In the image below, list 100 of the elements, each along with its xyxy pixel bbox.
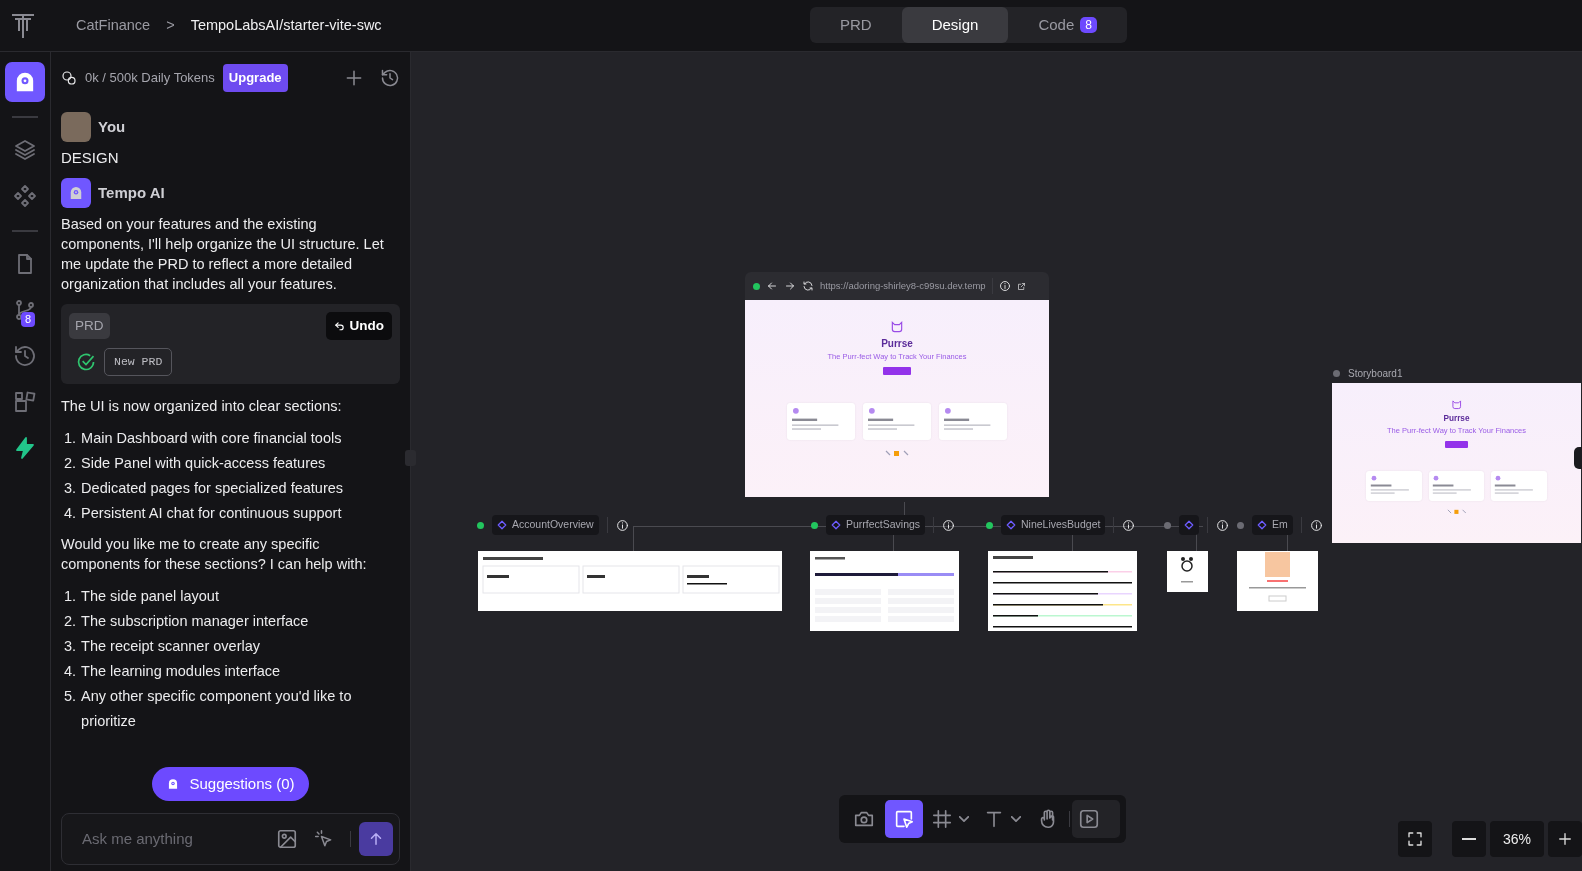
count-badge: 8 <box>21 312 36 327</box>
component-label[interactable]: PurrfectSavings <box>826 515 926 535</box>
cursor-frame-icon <box>893 808 915 830</box>
info-icon[interactable] <box>615 518 629 532</box>
preview-title: Purrse <box>881 337 913 351</box>
minus-icon <box>1462 838 1476 840</box>
external-link-icon[interactable] <box>1016 281 1026 291</box>
token-usage: 0k / 500k Daily Tokens <box>85 69 215 88</box>
undo-icon <box>333 320 345 332</box>
feature-card <box>939 403 1007 441</box>
info-icon[interactable] <box>1309 518 1323 532</box>
list-item: Any other specific component you'd like to prioritize <box>81 687 353 731</box>
cat-icon <box>890 320 904 334</box>
avatar-photo <box>61 112 91 142</box>
info-icon[interactable] <box>1122 518 1136 532</box>
image-button[interactable] <box>276 828 298 850</box>
send-button[interactable] <box>359 822 393 856</box>
play-icon <box>1078 808 1100 830</box>
breadcrumb-separator: > <box>166 15 175 35</box>
list-item: Persistent AI chat for continuous support <box>81 504 342 523</box>
list-number: 2. <box>64 612 77 631</box>
layers-icon <box>13 138 37 162</box>
tool-button[interactable] <box>1072 800 1120 838</box>
sidebar-button[interactable] <box>5 62 45 102</box>
diamonds-icon <box>13 184 37 208</box>
upgrade-button[interactable]: Upgrade <box>222 64 288 92</box>
list-number: 3. <box>64 479 77 498</box>
list-item: Dedicated pages for specialized features <box>81 479 344 498</box>
message-text: DESIGN <box>61 148 120 168</box>
list-number: 4. <box>64 504 77 523</box>
plus-icon <box>1556 830 1574 848</box>
list-number: 1. <box>64 429 77 448</box>
cat-icon <box>1450 399 1463 411</box>
chat-input[interactable]: Ask me anything <box>80 826 268 852</box>
status-dot <box>753 282 760 290</box>
history-icon <box>380 68 400 88</box>
list-number: 2. <box>64 454 77 473</box>
undo-button[interactable]: Undo <box>325 312 392 340</box>
suggestions-button[interactable]: Suggestions (0) <box>152 766 309 801</box>
bolt-icon <box>13 436 37 460</box>
new-chat-button[interactable] <box>344 68 364 88</box>
storyboard-label[interactable]: Storyboard1 <box>1348 366 1403 381</box>
hash-icon <box>931 808 953 830</box>
list-number: 1. <box>64 587 77 606</box>
feature-card <box>1366 470 1423 502</box>
view-tab[interactable]: Design <box>901 7 1009 43</box>
component-label[interactable]: AccountOverview <box>492 515 599 535</box>
resize-handle[interactable] <box>405 450 416 466</box>
breadcrumb-item[interactable]: CatFinance <box>76 14 151 37</box>
count-badge: 8 <box>1080 17 1097 33</box>
coins-icon <box>61 70 77 86</box>
list-item: The learning modules interface <box>81 662 281 681</box>
breadcrumb-item: TempoLabsAI/starter-vite-swc <box>190 15 382 35</box>
message-text: Would you like me to create any specific components for these sections? I can help with: <box>61 535 368 574</box>
zoom-in-button[interactable] <box>1548 821 1582 857</box>
info-icon[interactable] <box>1216 518 1229 532</box>
pointer-button[interactable] <box>314 829 334 849</box>
refresh-icon[interactable] <box>802 280 814 292</box>
info-icon[interactable] <box>942 518 956 532</box>
list-number: 4. <box>64 662 77 681</box>
blocks-icon <box>13 390 37 414</box>
chat-input-field[interactable]: Ask me anything <box>61 813 400 865</box>
fullscreen-icon <box>1406 830 1424 848</box>
list-number: 5. <box>64 687 77 706</box>
component-label[interactable] <box>1179 515 1199 535</box>
logo-icon[interactable] <box>10 11 36 40</box>
component-label[interactable]: Em <box>1252 515 1293 535</box>
feature-card <box>863 403 931 441</box>
file-chip[interactable]: New PRD <box>104 348 173 376</box>
tool-button[interactable] <box>885 800 923 838</box>
bot-name: Tempo AI <box>98 183 165 203</box>
image-icon <box>276 828 298 850</box>
view-tab[interactable]: PRD <box>810 7 902 43</box>
list-item: Side Panel with quick-access features <box>81 454 326 473</box>
paw-icons-drawing <box>885 450 909 458</box>
zoom-level: 36% <box>1490 821 1544 857</box>
forward-icon[interactable] <box>784 280 796 292</box>
view-tab[interactable]: Code 8 <box>1008 7 1127 43</box>
url-text: https://adoring-shirley8-c99su.dev.temp <box>820 278 986 293</box>
sidebar-button[interactable]: 8 <box>5 290 45 330</box>
list-item: Main Dashboard with core financial tools <box>81 429 342 448</box>
back-icon[interactable] <box>766 280 778 292</box>
feature-card <box>787 403 855 441</box>
paw-icons-drawing <box>1446 509 1467 516</box>
fit-screen-button[interactable] <box>1398 821 1432 857</box>
list-item: The receipt scanner overlay <box>81 637 260 656</box>
diamond-icon <box>1006 520 1016 530</box>
user-name: You <box>98 117 126 137</box>
info-icon[interactable] <box>998 280 1011 292</box>
diamond-icon <box>831 520 841 530</box>
branch-icon <box>13 298 37 322</box>
list-item: The subscription manager interface <box>81 612 309 631</box>
component-label[interactable]: NineLivesBudget <box>1001 515 1106 535</box>
history-button[interactable] <box>380 68 400 88</box>
message-text: Based on your features and the existing components, I'll help organize the UI structure. Let me update the PRD to reflect a more detailed organization that includes all your features. <box>61 215 385 294</box>
document-tag: PRD <box>69 313 110 339</box>
side-handle[interactable] <box>1574 447 1582 469</box>
zoom-out-button[interactable] <box>1452 821 1486 857</box>
bot-avatar <box>61 178 91 208</box>
list-number: 3. <box>64 637 77 656</box>
